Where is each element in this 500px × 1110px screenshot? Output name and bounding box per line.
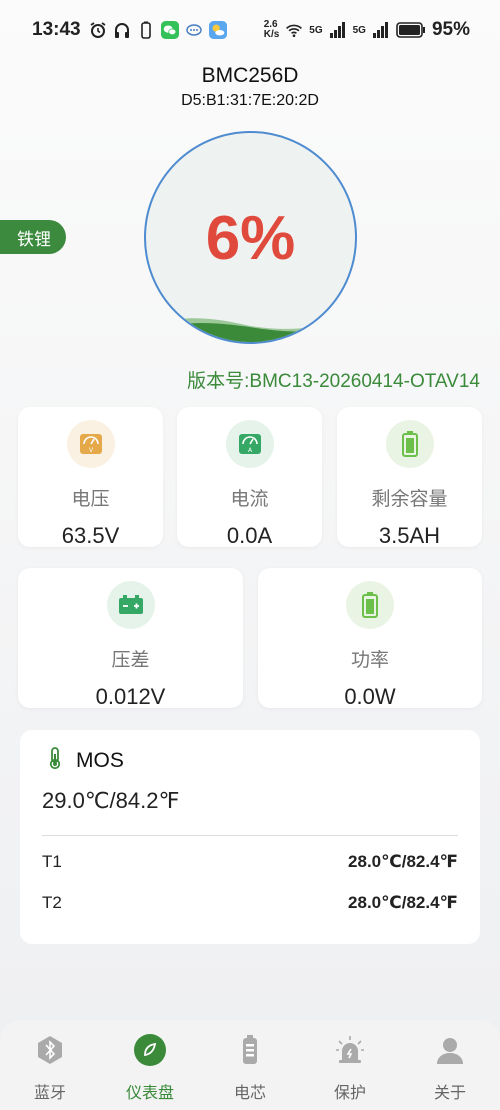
status-notification-icons xyxy=(89,21,227,39)
headphones-icon xyxy=(113,21,131,39)
nav-bluetooth[interactable]: 蓝牙 xyxy=(0,1034,100,1103)
signal-5g-label-2: 5G xyxy=(352,24,366,36)
soc-wave xyxy=(146,318,355,342)
capacity-label: 剩余容量 xyxy=(371,489,448,510)
mos-temperature-value: 29.0℃/84.2℉ xyxy=(42,788,180,813)
signal-bars-icon-2 xyxy=(372,21,390,39)
mos-title: MOS xyxy=(76,748,124,772)
net-speed: 2.6 K/s xyxy=(264,20,280,40)
nav-about-label: 关于 xyxy=(433,1085,466,1102)
nav-about[interactable]: 关于 xyxy=(400,1034,500,1103)
capacity-value: 3.5AH xyxy=(378,523,441,548)
user-icon xyxy=(434,1034,466,1071)
phone-battery-icon xyxy=(137,21,155,39)
nav-protection[interactable]: 保护 xyxy=(300,1034,400,1103)
battery-type-badge[interactable]: 铁锂 xyxy=(0,220,66,254)
battery-terminal-icon xyxy=(106,581,155,629)
thermometer-icon xyxy=(48,746,62,775)
temp-row-t2: T2 28.0℃/82.4℉ xyxy=(42,893,458,913)
power-card: 功率 0.0W xyxy=(258,568,482,709)
nav-protection-label: 保护 xyxy=(333,1085,366,1102)
power-battery-icon xyxy=(346,581,394,629)
voltage-diff-card: 压差 0.012V xyxy=(18,568,243,709)
bottom-nav: 蓝牙 仪表盘 电芯 保护 关于 xyxy=(0,1020,500,1110)
signal-5g-label: 5G xyxy=(309,24,323,36)
voltmeter-icon: V xyxy=(66,420,115,468)
dashboard-leaf-icon xyxy=(134,1034,166,1071)
mos-header: MOS xyxy=(48,746,124,775)
voltage-value: 63.5V xyxy=(61,523,120,548)
status-time: 13:43 xyxy=(32,19,81,40)
voltage-diff-label: 压差 xyxy=(111,650,150,671)
current-label: 电流 xyxy=(230,489,269,510)
status-system-icons: 2.6 K/s 5G 5G 95% xyxy=(264,19,470,41)
voltage-diff-value: 0.012V xyxy=(95,684,166,709)
voltage-label: 电压 xyxy=(71,489,110,510)
soc-percent: 6% xyxy=(205,204,296,273)
temp-row-value: 28.0℃/82.4℉ xyxy=(348,852,458,871)
wifi-icon xyxy=(285,21,303,39)
temp-row-name: T1 xyxy=(42,852,62,871)
temp-row-value: 28.0℃/82.4℉ xyxy=(348,893,458,912)
battery-icon xyxy=(396,21,426,39)
capacity-card: 剩余容量 3.5AH xyxy=(337,407,482,548)
alarm-light-icon xyxy=(334,1034,366,1071)
nav-dashboard[interactable]: 仪表盘 xyxy=(100,1034,200,1103)
alarm-icon xyxy=(89,21,107,39)
battery-level-icon xyxy=(385,420,434,468)
cell-battery-icon xyxy=(234,1034,266,1071)
voltage-card: V 电压 63.5V xyxy=(18,407,163,548)
wechat-icon xyxy=(160,21,179,39)
nav-cells-label: 电芯 xyxy=(233,1085,266,1102)
nav-cells[interactable]: 电芯 xyxy=(200,1034,300,1103)
mos-divider xyxy=(42,835,458,836)
nav-bluetooth-label: 蓝牙 xyxy=(33,1085,66,1102)
battery-percent: 95% xyxy=(431,19,470,40)
current-value: 0.0A xyxy=(226,523,273,548)
device-mac-address: D5:B1:31:7E:20:2D xyxy=(181,92,319,109)
status-bar: 13:43 2.6 K/s 5G 5G 95% xyxy=(0,0,500,60)
weather-icon xyxy=(208,21,227,39)
firmware-version: 版本号:BMC13-20260414-OTAV14 xyxy=(187,371,480,392)
device-name: BMC256D xyxy=(201,64,299,87)
current-card: A 电流 0.0A xyxy=(177,407,322,548)
net-speed-unit: K/s xyxy=(263,29,280,40)
chat-icon xyxy=(185,21,203,39)
soc-gauge: 6% xyxy=(144,131,357,344)
ammeter-icon: A xyxy=(225,420,274,468)
bluetooth-icon xyxy=(34,1034,66,1071)
mos-temperature-card: MOS 29.0℃/84.2℉ T1 28.0℃/82.4℉ T2 28.0℃/… xyxy=(20,730,480,944)
temp-row-t1: T1 28.0℃/82.4℉ xyxy=(42,852,458,872)
temp-row-name: T2 xyxy=(42,893,62,912)
nav-dashboard-label: 仪表盘 xyxy=(125,1085,174,1102)
signal-bars-icon xyxy=(329,21,347,39)
power-value: 0.0W xyxy=(344,684,396,709)
power-label: 功率 xyxy=(350,650,389,671)
